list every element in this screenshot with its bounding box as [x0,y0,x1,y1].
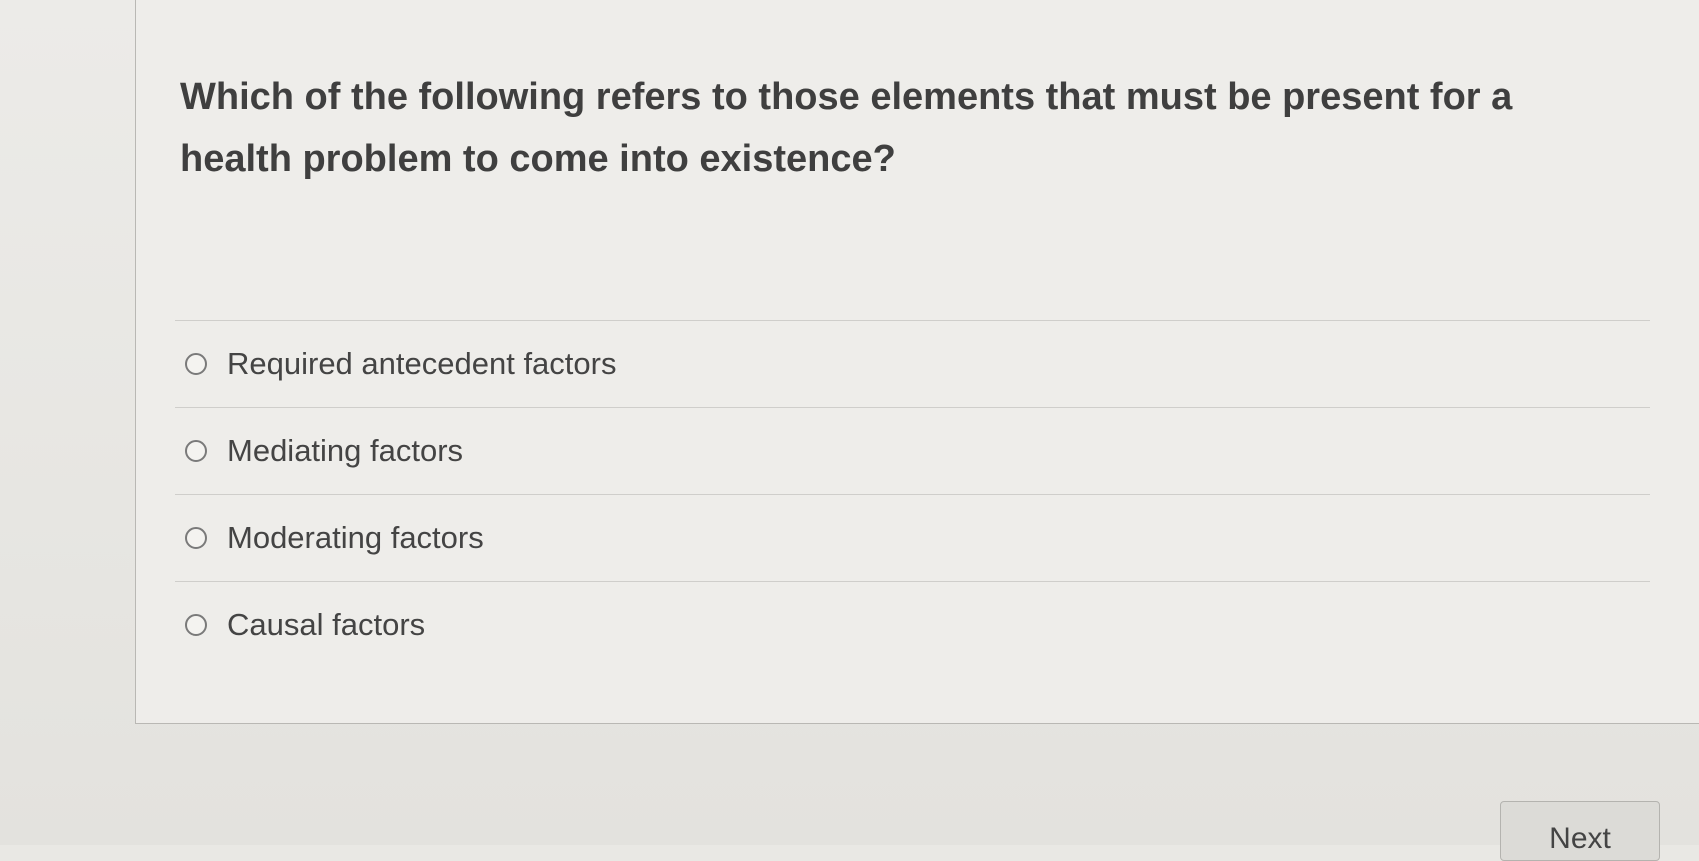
question-text: Which of the following refers to those e… [180,76,1513,180]
answer-label: Required antecedent factors [227,346,617,381]
quiz-page: Which of the following refers to those e… [0,0,1699,861]
answer-label: Causal factors [227,607,426,642]
radio-button[interactable] [185,614,207,636]
answer-label: Moderating factors [227,520,484,555]
answer-option-mediating-factors[interactable]: Mediating factors [175,408,1650,494]
next-button[interactable]: Next [1500,801,1660,861]
radio-button[interactable] [185,527,207,549]
answer-option-causal-factors[interactable]: Causal factors [175,582,1650,668]
answer-list: Required antecedent factors Mediating fa… [175,320,1650,668]
answer-option-moderating-factors[interactable]: Moderating factors [175,495,1650,581]
answer-option-required-antecedent-factors[interactable]: Required antecedent factors [175,321,1650,407]
answer-label: Mediating factors [227,433,464,468]
radio-button[interactable] [185,353,207,375]
radio-button[interactable] [185,440,207,462]
